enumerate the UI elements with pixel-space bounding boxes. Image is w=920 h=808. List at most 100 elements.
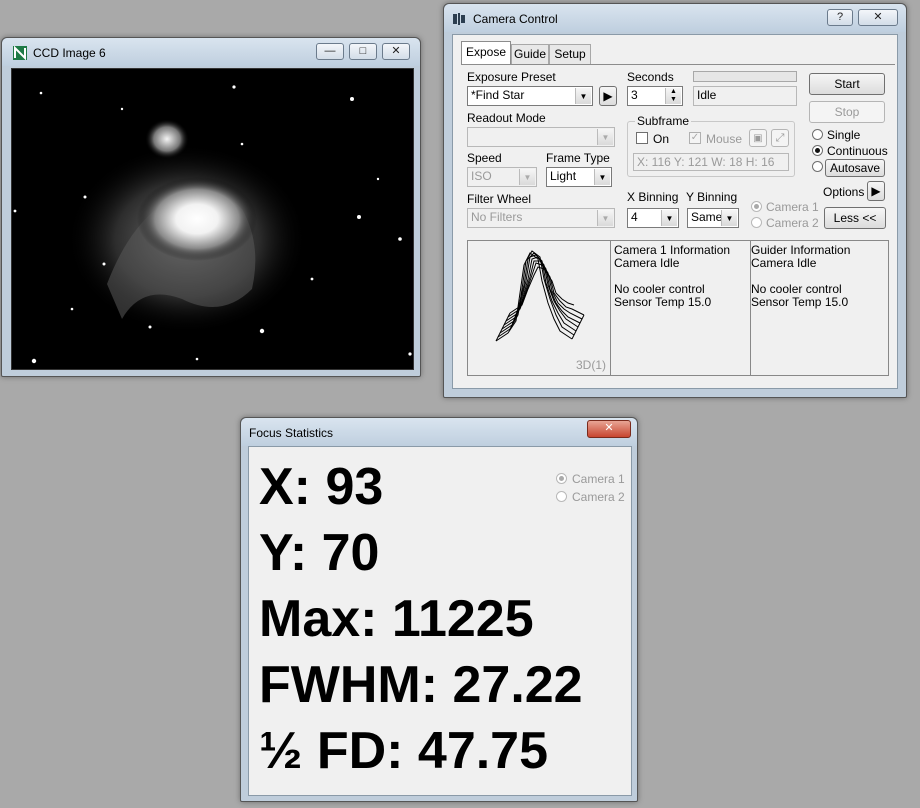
focus-x-value: X: 93 [259, 458, 384, 516]
focus-statistics-client: X: 93 Y: 70 Max: 11225 FWHM: 27.22 ½ FD:… [248, 446, 632, 796]
star-profile-3d-plot [495, 250, 585, 342]
chevron-down-icon: ▼ [661, 210, 677, 226]
exposure-preset-label: Exposure Preset [467, 70, 556, 84]
stop-label: Stop [834, 105, 860, 119]
crosshair-icon: ▣ [753, 133, 763, 144]
close-icon: ✕ [604, 422, 614, 434]
camera1-info-panel: Camera 1 Information Camera Idle No cool… [611, 241, 751, 375]
focus-camera2-label: Camera 2 [572, 490, 625, 504]
speed-dropdown[interactable]: ISO ▼ [467, 167, 537, 187]
app-logo-icon [13, 46, 27, 60]
camera1-info-temp: Sensor Temp 15.0 [614, 295, 712, 309]
filter-wheel-label: Filter Wheel [467, 192, 532, 206]
minimize-button[interactable]: — [316, 43, 344, 60]
mode-autosave-radio[interactable] [812, 161, 823, 172]
mode-single-label: Single [827, 128, 861, 142]
chevron-down-icon: ▼ [597, 210, 613, 226]
guider-info-temp: Sensor Temp 15.0 [751, 295, 849, 309]
camera2-label: Camera 2 [766, 216, 819, 230]
focus-camera1-label: Camera 1 [572, 472, 625, 486]
plot-label: 3D(1) [575, 358, 606, 372]
camera1-radio[interactable] [751, 201, 762, 212]
seconds-input[interactable]: 3 ▲ ▼ [627, 86, 683, 106]
x-binning-dropdown[interactable]: 4 ▼ [627, 208, 679, 228]
subframe-select-button[interactable]: ▣ [749, 129, 767, 147]
seconds-label: Seconds [627, 70, 674, 84]
camera-control-client: Expose Guide Setup Exposure Preset *Find… [452, 34, 898, 389]
stop-button[interactable]: Stop [809, 101, 885, 123]
options-menu-button[interactable]: ▶ [867, 181, 885, 201]
spinner-icon[interactable]: ▲ ▼ [665, 88, 681, 104]
frame-type-dropdown[interactable]: Light ▼ [546, 167, 612, 187]
minimize-icon: — [324, 45, 336, 57]
speed-label: Speed [467, 151, 502, 165]
checkmark-icon: ✓ [690, 132, 700, 143]
tab-guide[interactable]: Guide [511, 44, 549, 64]
subframe-full-button[interactable]: ⤢ [771, 129, 789, 147]
x-binning-value: 4 [631, 210, 638, 224]
close-icon: ✕ [391, 45, 401, 57]
subframe-mouse-checkbox[interactable]: ✓ [689, 132, 701, 144]
triangle-right-icon: ▶ [871, 184, 881, 198]
status-value: Idle [697, 88, 717, 102]
subframe-coords-value: X: 116 Y: 121 W: 18 H: 16 [637, 155, 775, 169]
y-binning-label: Y Binning [686, 190, 738, 204]
focus-max-value: Max: 11225 [259, 590, 534, 648]
frame-type-value: Light [550, 169, 577, 183]
mode-continuous-radio[interactable] [812, 145, 823, 156]
frame-type-label: Frame Type [546, 151, 610, 165]
mode-single-radio[interactable] [812, 129, 823, 140]
ccd-image-canvas[interactable] [11, 68, 414, 370]
nebula-image [13, 85, 412, 364]
start-button[interactable]: Start [809, 73, 885, 95]
status-field: Idle [693, 86, 797, 106]
focus-statistics-titlebar[interactable]: Focus Statistics ✕ [241, 418, 637, 446]
camera-control-title: Camera Control [473, 12, 558, 26]
guider-info-panel: Guider Information Camera Idle No cooler… [751, 241, 888, 375]
focus-fwhm-value: FWHM: 27.22 [259, 656, 583, 714]
ccd-image-window: CCD Image 6 — □ ✕ [1, 37, 421, 377]
filter-wheel-dropdown[interactable]: No Filters ▼ [467, 208, 615, 228]
chevron-down-icon: ▼ [575, 88, 591, 104]
tab-guide-label: Guide [513, 47, 547, 61]
y-binning-dropdown[interactable]: Same ▼ [687, 208, 739, 228]
camera-control-titlebar[interactable]: Camera Control ? ✕ [444, 4, 906, 32]
maximize-button[interactable]: □ [349, 43, 377, 60]
camera2-radio[interactable] [751, 217, 762, 228]
focus-camera1-radio[interactable] [556, 473, 567, 484]
chevron-down-icon: ▼ [519, 169, 535, 185]
close-button[interactable]: ✕ [858, 9, 898, 26]
tab-setup[interactable]: Setup [549, 44, 591, 64]
chevron-down-icon: ▼ [597, 129, 613, 145]
filter-wheel-value: No Filters [471, 210, 523, 224]
start-label: Start [834, 77, 860, 91]
close-button[interactable]: ✕ [382, 43, 410, 60]
tab-expose[interactable]: Expose [461, 41, 511, 65]
close-button[interactable]: ✕ [587, 420, 631, 438]
help-icon: ? [836, 11, 844, 23]
focus-half-fd-value: ½ FD: 47.75 [259, 722, 549, 780]
subframe-label: Subframe [635, 114, 692, 128]
y-binning-value: Same [691, 210, 723, 224]
ccd-image-title: CCD Image 6 [33, 46, 106, 60]
speed-value: ISO [471, 169, 492, 183]
autosave-button[interactable]: Autosave [825, 159, 885, 177]
preset-menu-button[interactable]: ▶ [599, 86, 617, 106]
options-label: Options [823, 185, 865, 199]
less-button[interactable]: Less << [824, 207, 886, 229]
subframe-on-checkbox[interactable] [636, 132, 648, 144]
readout-mode-label: Readout Mode [467, 111, 546, 125]
tab-setup-label: Setup [554, 47, 586, 61]
mode-continuous-label: Continuous [827, 144, 888, 158]
x-binning-label: X Binning [627, 190, 679, 204]
triangle-right-icon: ▶ [603, 89, 613, 103]
help-button[interactable]: ? [827, 9, 853, 26]
exposure-preset-dropdown[interactable]: *Find Star ▼ [467, 86, 593, 106]
camera1-label: Camera 1 [766, 200, 819, 214]
guider-info-status: Camera Idle [751, 256, 817, 270]
focus-camera2-radio[interactable] [556, 491, 567, 502]
subframe-coords-field: X: 116 Y: 121 W: 18 H: 16 [633, 153, 789, 171]
less-label: Less << [833, 211, 877, 225]
ccd-image-titlebar[interactable]: CCD Image 6 — □ ✕ [2, 38, 420, 66]
readout-mode-dropdown[interactable]: ▼ [467, 127, 615, 147]
